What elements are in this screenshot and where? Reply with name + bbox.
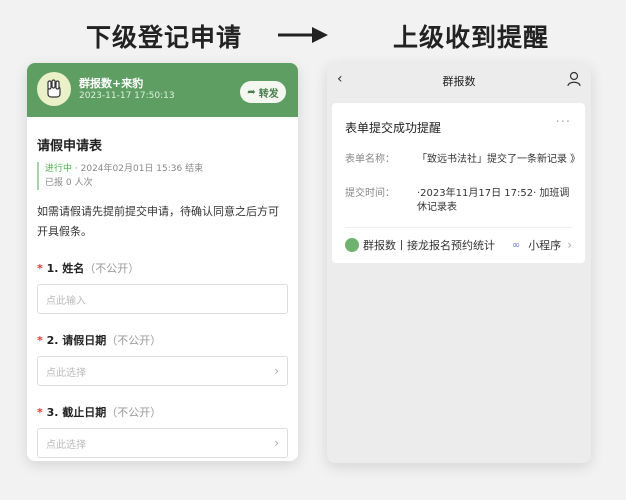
left-phone-screen: 群报数+来豹 2023-11-17 17:50:13 ➦ 转发 请假申请表 进行…	[27, 63, 298, 461]
form-header: 群报数+来豹 2023-11-17 17:50:13 ➦ 转发	[27, 63, 298, 117]
right-phone-screen: ‹ 群报数 表单提交成功提醒 ··· 表单名称： 「致远书法社」提交了一条新记录…	[327, 63, 591, 463]
reported-count: 已报 0 人次	[45, 178, 93, 188]
submit-time-row: 提交时间： ·2023年11月17日 17:52· 加班调休记录表	[345, 187, 577, 215]
end-date-placeholder: 点此选择	[46, 439, 86, 451]
more-icon[interactable]: ···	[556, 115, 571, 130]
chevron-right-icon: ›	[567, 238, 572, 252]
date-range: · 2024年02月01日 15:36 结束	[74, 164, 204, 174]
header-time: 2023-11-17 17:50:13	[79, 91, 175, 101]
user-icon[interactable]	[567, 71, 581, 87]
mini-program-icon: ∞	[511, 239, 521, 251]
back-icon[interactable]: ‹	[337, 71, 343, 87]
status-badge: 进行中	[45, 164, 73, 174]
left-heading: 下级登记申请	[86, 23, 243, 52]
share-icon: ➦	[247, 86, 256, 98]
form-name-row: 表单名称： 「致远书法社」提交了一条新记录 》	[345, 153, 581, 167]
hand-icon	[47, 79, 61, 98]
avatar	[37, 72, 71, 106]
status-block: 进行中 · 2024年02月01日 15:36 结束 已报 0 人次	[37, 162, 288, 190]
form-description: 如需请假请先提前提交申请，待确认同意之后方可开具假条。	[37, 205, 279, 238]
leave-date-label: * 2. 请假日期（不公开）	[37, 334, 162, 347]
submit-time-value: ·2023年11月17日 17:52· 加班调休记录表	[417, 188, 570, 213]
right-arrow-icon	[278, 27, 328, 43]
right-heading: 上级收到提醒	[393, 23, 550, 52]
end-date-label: * 3. 截止日期（不公开）	[37, 406, 162, 419]
header-title: 群报数+来豹	[79, 77, 144, 90]
form-title: 请假申请表	[37, 139, 103, 154]
divider	[345, 227, 572, 228]
card-footer[interactable]: 群报数丨接龙报名预约统计 ∞ 小程序 ›	[345, 235, 572, 255]
notification-card[interactable]: 表单提交成功提醒 ··· 表单名称： 「致远书法社」提交了一条新记录 》 提交时…	[332, 103, 585, 263]
chevron-right-icon: ›	[274, 364, 279, 378]
share-button[interactable]: ➦ 转发	[240, 81, 286, 103]
card-title: 表单提交成功提醒	[345, 121, 442, 135]
required-mark: *	[37, 262, 43, 275]
name-input[interactable]: 点此输入	[37, 284, 288, 314]
share-label: 转发	[258, 88, 279, 100]
leave-date-placeholder: 点此选择	[46, 367, 86, 379]
chevron-right-icon: ›	[274, 436, 279, 450]
leave-date-select[interactable]: 点此选择 ›	[37, 356, 288, 386]
footer-app-name: 群报数丨接龙报名预约统计	[363, 239, 495, 252]
name-field-label: * 1. 姓名（不公开）	[37, 262, 140, 275]
end-date-select[interactable]: 点此选择 ›	[37, 428, 288, 458]
name-placeholder: 点此输入	[46, 295, 86, 307]
nav-title: 群报数	[442, 75, 476, 88]
submit-time-key: 提交时间：	[345, 188, 395, 199]
app-logo-icon	[345, 238, 359, 252]
form-name-key: 表单名称：	[345, 154, 395, 165]
form-name-value: 「致远书法社」提交了一条新记录 》	[417, 154, 581, 165]
footer-type: 小程序	[528, 239, 562, 252]
nav-bar: ‹ 群报数	[327, 63, 591, 99]
